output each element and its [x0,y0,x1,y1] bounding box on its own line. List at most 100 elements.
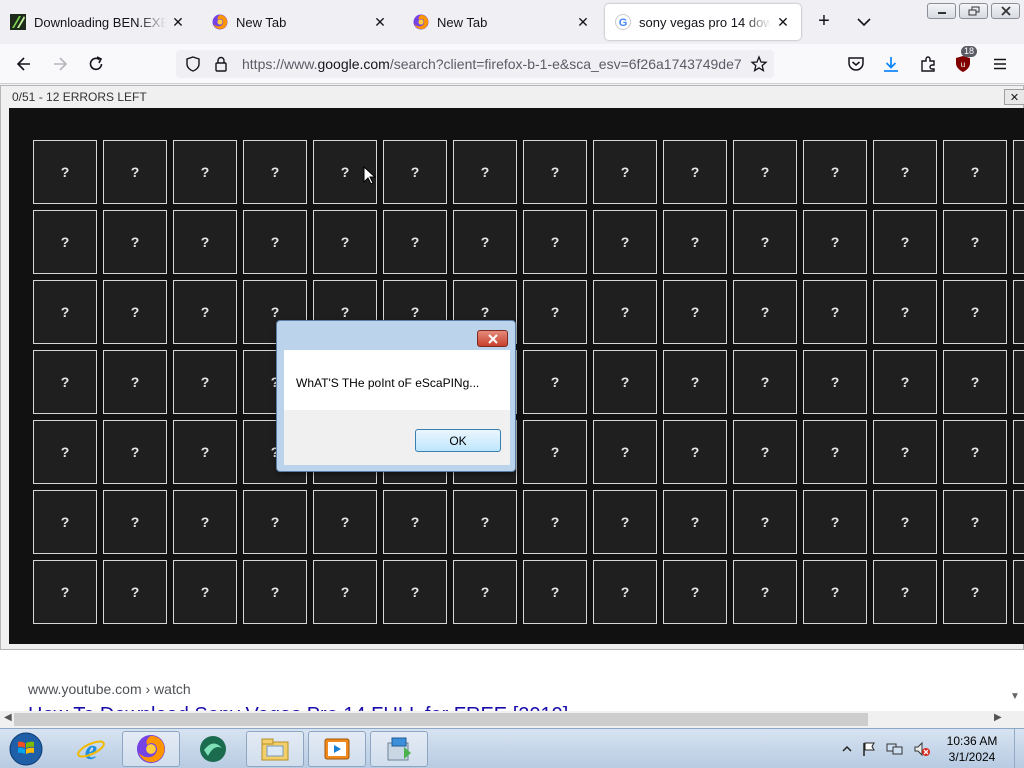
hidden-card[interactable]: ? [873,140,937,204]
tab-google-search[interactable]: G sony vegas pro 14 downloa ✕ [605,4,801,40]
hidden-card[interactable]: ? [733,490,797,554]
start-button[interactable] [6,730,46,768]
tracking-protection-shield-icon[interactable] [182,53,204,75]
hidden-card[interactable]: ? [173,280,237,344]
taskbar-media-player[interactable] [308,731,366,767]
hidden-card[interactable]: ? [33,420,97,484]
hidden-card[interactable]: ? [383,140,447,204]
hidden-card[interactable]: ? [453,210,517,274]
hidden-card[interactable]: ? [593,560,657,624]
extensions-button[interactable] [916,52,940,76]
hidden-card[interactable]: ? [803,560,867,624]
hidden-card[interactable]: ? [733,210,797,274]
hidden-card[interactable]: ? [383,560,447,624]
hidden-card[interactable]: ? [523,560,587,624]
hidden-card[interactable]: ? [663,280,727,344]
hidden-card[interactable]: ? [173,350,237,414]
hidden-card[interactable]: ? [663,350,727,414]
hidden-card[interactable]: ? [33,140,97,204]
show-hidden-icons-icon[interactable] [842,744,852,754]
hidden-card[interactable]: ? [873,490,937,554]
hidden-card[interactable]: ? [453,560,517,624]
hidden-card[interactable]: ? [873,560,937,624]
hidden-card[interactable]: ? [523,420,587,484]
hidden-card[interactable]: ? [103,490,167,554]
hidden-card[interactable]: ? [173,560,237,624]
tab-new-tab-2[interactable]: New Tab ✕ [403,4,601,40]
scrollbar-thumb[interactable] [14,713,868,726]
tab-close-icon[interactable]: ✕ [575,14,591,31]
hidden-card[interactable]: ? [453,490,517,554]
hidden-card[interactable]: ? [733,280,797,344]
app-menu-button[interactable] [988,52,1012,76]
hidden-card[interactable]: ? [523,210,587,274]
hidden-card[interactable]: ? [663,490,727,554]
game-close-button[interactable]: ✕ [1004,89,1024,105]
hidden-card[interactable]: ? [383,490,447,554]
reload-button[interactable] [84,52,108,76]
hidden-card[interactable]: ? [593,350,657,414]
ok-button[interactable]: OK [415,429,501,452]
hidden-card[interactable]: ? [943,210,1007,274]
tab-downloading-ben[interactable]: Downloading BEN.EXE : RE ✕ [0,4,196,40]
hidden-card[interactable]: ? [173,420,237,484]
hidden-card[interactable]: ? [803,140,867,204]
hidden-card[interactable]: ? [663,210,727,274]
hidden-card[interactable]: ? [873,280,937,344]
horizontal-scrollbar[interactable]: ◀ ▶ [0,711,1024,728]
address-bar[interactable]: https://www.google.com/search?client=fir… [176,50,774,78]
hidden-card[interactable]: ? [523,490,587,554]
hidden-card[interactable]: ? [103,560,167,624]
hidden-card[interactable]: ? [803,280,867,344]
hidden-card[interactable]: ? [33,210,97,274]
hidden-card[interactable]: ? [593,210,657,274]
hidden-card[interactable]: ? [33,350,97,414]
hidden-card[interactable]: ? [103,280,167,344]
network-icon[interactable] [886,741,904,757]
taskbar-firefox[interactable] [122,731,180,767]
hidden-card[interactable]: ? [733,420,797,484]
dialog-close-button[interactable] [477,330,508,347]
volume-muted-icon[interactable] [913,741,931,757]
hidden-card[interactable]: ? [663,420,727,484]
hidden-card[interactable]: ? [313,490,377,554]
hidden-card[interactable]: ? [313,210,377,274]
scroll-right-arrow[interactable]: ▶ [994,712,1002,723]
tab-close-icon[interactable]: ✕ [372,14,388,31]
hidden-card[interactable]: ? [943,350,1007,414]
hidden-card[interactable]: ? [523,280,587,344]
hidden-card[interactable]: ? [1013,140,1024,204]
hidden-card[interactable]: ? [733,140,797,204]
hidden-card[interactable]: ? [103,210,167,274]
hidden-card[interactable]: ? [943,490,1007,554]
list-all-tabs-button[interactable] [853,10,875,34]
hidden-card[interactable]: ? [803,350,867,414]
hidden-card[interactable]: ? [943,280,1007,344]
hidden-card[interactable]: ? [593,420,657,484]
close-window-button[interactable] [991,3,1020,19]
new-tab-button[interactable]: + [812,10,836,34]
hidden-card[interactable]: ? [1013,350,1024,414]
hidden-card[interactable]: ? [243,560,307,624]
hidden-card[interactable]: ? [803,490,867,554]
hidden-card[interactable]: ? [173,140,237,204]
hidden-card[interactable]: ? [803,210,867,274]
hidden-card[interactable]: ? [943,560,1007,624]
tab-new-tab-1[interactable]: New Tab ✕ [202,4,398,40]
hidden-card[interactable]: ? [243,210,307,274]
hidden-card[interactable]: ? [1013,490,1024,554]
url-text[interactable]: https://www.google.com/search?client=fir… [242,56,742,72]
hidden-card[interactable]: ? [733,560,797,624]
hidden-card[interactable]: ? [733,350,797,414]
hidden-card[interactable]: ? [103,350,167,414]
hidden-card[interactable]: ? [593,490,657,554]
ublock-extension-button[interactable]: u 18 [951,46,978,76]
hidden-card[interactable]: ? [313,560,377,624]
tab-close-icon[interactable]: ✕ [775,14,791,31]
hidden-card[interactable]: ? [663,140,727,204]
hidden-card[interactable]: ? [523,140,587,204]
action-center-flag-icon[interactable] [861,741,877,757]
show-desktop-button[interactable] [1014,729,1024,768]
tab-close-icon[interactable]: ✕ [170,14,186,31]
taskbar-app[interactable] [184,731,242,767]
